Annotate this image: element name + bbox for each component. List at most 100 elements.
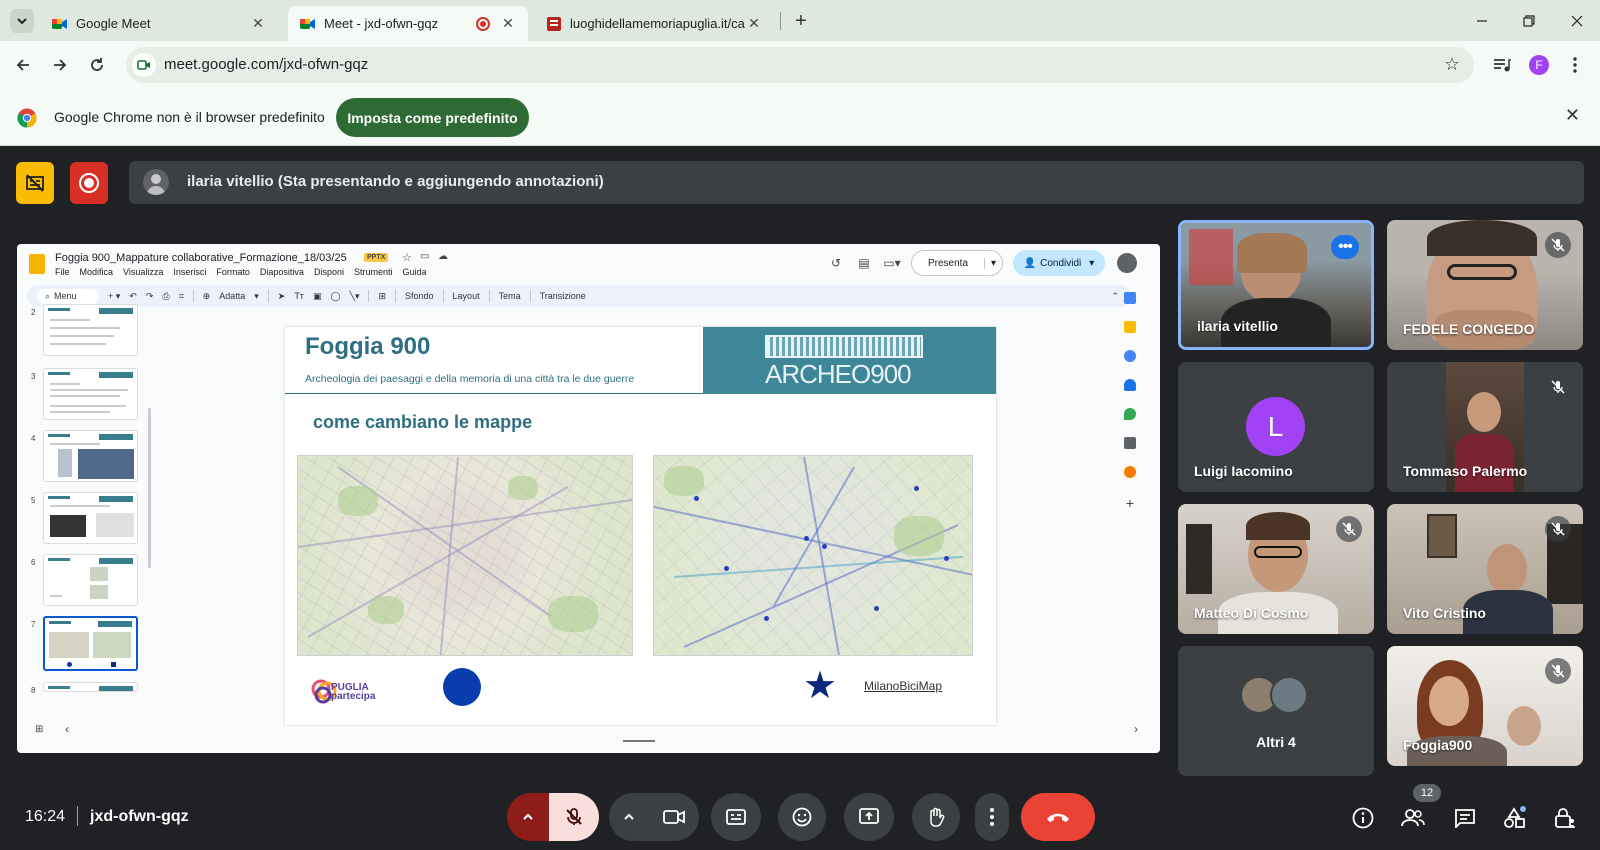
bookmark-star-icon[interactable]: ☆ — [1444, 54, 1460, 75]
media-controls-button[interactable] — [1490, 53, 1514, 77]
back-button[interactable] — [11, 53, 35, 77]
close-icon[interactable]: ✕ — [1565, 105, 1580, 126]
chat-button[interactable] — [1453, 806, 1477, 830]
slide-thumbnail[interactable] — [43, 304, 138, 356]
raise-hand-button[interactable] — [912, 793, 960, 841]
zoom-icon[interactable]: ⊕ — [203, 291, 211, 302]
slide-thumbnail[interactable] — [43, 554, 138, 606]
shape-icon[interactable]: ◯ — [330, 291, 340, 302]
participant-tile[interactable]: Foggia900 — [1387, 646, 1583, 766]
people-button[interactable] — [1401, 806, 1425, 830]
tasks-icon[interactable] — [1124, 350, 1136, 362]
menu-file[interactable]: File — [55, 267, 70, 277]
contacts-icon[interactable] — [1124, 379, 1136, 391]
menu-tools[interactable]: Strumenti — [354, 267, 393, 277]
host-controls-button[interactable] — [1553, 806, 1577, 830]
slide-thumbnail[interactable] — [43, 368, 138, 420]
chevron-down-icon[interactable]: ▾ — [984, 257, 1002, 269]
slide-thumbnail[interactable] — [43, 492, 138, 544]
speaker-notes-handle[interactable] — [623, 740, 655, 742]
new-tab-button[interactable]: + — [790, 10, 812, 32]
maps-icon[interactable] — [1124, 408, 1136, 420]
select-cursor-icon[interactable]: ➤ — [278, 291, 286, 302]
background-button[interactable]: Sfondo — [405, 291, 434, 301]
menu-search[interactable]: ⌕ Menu — [37, 288, 99, 304]
participant-tile[interactable]: FEDELE CONGEDO — [1387, 220, 1583, 350]
leave-call-button[interactable] — [1021, 793, 1095, 841]
profile-button[interactable]: F — [1527, 53, 1551, 77]
addon-icon[interactable] — [1124, 466, 1136, 478]
close-icon[interactable]: ✕ — [746, 15, 762, 32]
redo-icon[interactable]: ↷ — [146, 291, 154, 302]
recording-badge[interactable] — [70, 162, 108, 204]
filmstrip-scrollbar[interactable] — [148, 408, 151, 568]
calendar-icon[interactable] — [1124, 292, 1136, 304]
reactions-button[interactable] — [778, 793, 826, 841]
captions-button[interactable] — [711, 793, 761, 841]
participant-tile[interactable]: Vito Cristino — [1387, 504, 1583, 634]
slide-thumbnail-selected[interactable] — [43, 616, 138, 671]
avatar[interactable] — [1115, 251, 1139, 275]
audio-options-button[interactable] — [507, 793, 549, 841]
new-slide-icon[interactable]: + ▾ — [108, 291, 120, 302]
slide-thumbnail[interactable] — [43, 430, 138, 482]
video-options-button[interactable] — [609, 793, 649, 841]
chevron-down-icon[interactable]: ▾ — [254, 291, 259, 302]
chevron-down-icon[interactable]: ▾ — [1089, 258, 1094, 269]
zoom-select[interactable]: Adatta — [219, 291, 245, 301]
video-call-icon[interactable]: ▭▾ — [883, 256, 901, 270]
present-screen-button[interactable] — [844, 793, 894, 841]
menu-edit[interactable]: Modifica — [80, 267, 114, 277]
comments-icon[interactable]: ▤ — [855, 256, 873, 270]
menu-format[interactable]: Formato — [216, 267, 250, 277]
reload-button[interactable] — [85, 53, 109, 77]
set-default-button[interactable]: Imposta come predefinito — [336, 98, 529, 137]
analytics-icon[interactable] — [1124, 437, 1136, 449]
menu-help[interactable]: Guida — [402, 267, 426, 277]
line-icon[interactable]: ╲▾ — [350, 291, 360, 302]
address-bar[interactable]: meet.google.com/jxd-ofwn-gqz ☆ — [126, 47, 1474, 83]
plus-icon[interactable]: + — [1126, 495, 1134, 511]
paint-format-icon[interactable]: ⌗ — [179, 291, 184, 302]
comment-add-icon[interactable]: ⊞ — [378, 291, 386, 302]
participant-tile[interactable]: Tommaso Palermo — [1387, 362, 1583, 492]
menu-insert[interactable]: Inserisci — [173, 267, 206, 277]
meeting-details-button[interactable] — [1351, 806, 1375, 830]
menu-view[interactable]: Visualizza — [123, 267, 163, 277]
close-window-button[interactable] — [1565, 9, 1589, 33]
close-icon[interactable]: ✕ — [500, 15, 516, 32]
star-icon[interactable]: ☆ — [402, 251, 412, 264]
minimize-button[interactable] — [1470, 9, 1494, 33]
others-tile[interactable]: Altri 4 — [1178, 646, 1374, 776]
site-info-icon[interactable] — [132, 53, 156, 77]
image-icon[interactable]: ▣ — [313, 291, 322, 302]
move-folder-icon[interactable]: ▭ — [420, 251, 429, 262]
tab-luoghi-memoria[interactable]: luoghidellamemoriapuglia.it/ca ✕ — [534, 6, 774, 41]
more-options-button[interactable] — [975, 793, 1009, 841]
undo-icon[interactable]: ↶ — [129, 291, 137, 302]
slide-thumbnail[interactable] — [43, 682, 138, 692]
present-button[interactable]: Presenta ▾ — [911, 250, 1003, 276]
forward-button[interactable] — [48, 53, 72, 77]
share-button[interactable]: 👤 Condividi ▾ — [1013, 250, 1105, 276]
participant-tile[interactable]: L Luigi Iacomino — [1178, 362, 1374, 492]
participant-tile[interactable]: Matteo Di Cosmo — [1178, 504, 1374, 634]
chevron-left-icon[interactable]: ‹ — [65, 722, 69, 736]
keep-icon[interactable] — [1124, 321, 1136, 333]
layout-button[interactable]: Layout — [453, 291, 480, 301]
tab-google-meet[interactable]: Google Meet ✕ — [40, 6, 278, 41]
close-icon[interactable]: ✕ — [250, 15, 266, 32]
captions-off-badge[interactable] — [16, 162, 54, 204]
theme-button[interactable]: Tema — [499, 291, 521, 301]
print-icon[interactable]: ⎙ — [162, 291, 169, 302]
tab-meet-session[interactable]: Meet - jxd-ofwn-gqz ✕ — [288, 6, 528, 41]
more-options-icon[interactable]: ••• — [1331, 235, 1359, 259]
milanobicimap-link[interactable]: MilanoBiciMap — [864, 679, 942, 693]
document-title[interactable]: Foggia 900_Mappature collaborative_Forma… — [55, 252, 347, 264]
menu-arrange[interactable]: Disponi — [314, 267, 344, 277]
microphone-toggle[interactable] — [549, 793, 599, 841]
participant-tile[interactable]: ••• ilaria vitellio — [1178, 220, 1374, 350]
history-icon[interactable]: ↺ — [827, 256, 845, 270]
transition-button[interactable]: Transizione — [540, 291, 586, 301]
slide-canvas[interactable]: Foggia 900 Archeologia dei paesaggi e de… — [285, 327, 996, 725]
